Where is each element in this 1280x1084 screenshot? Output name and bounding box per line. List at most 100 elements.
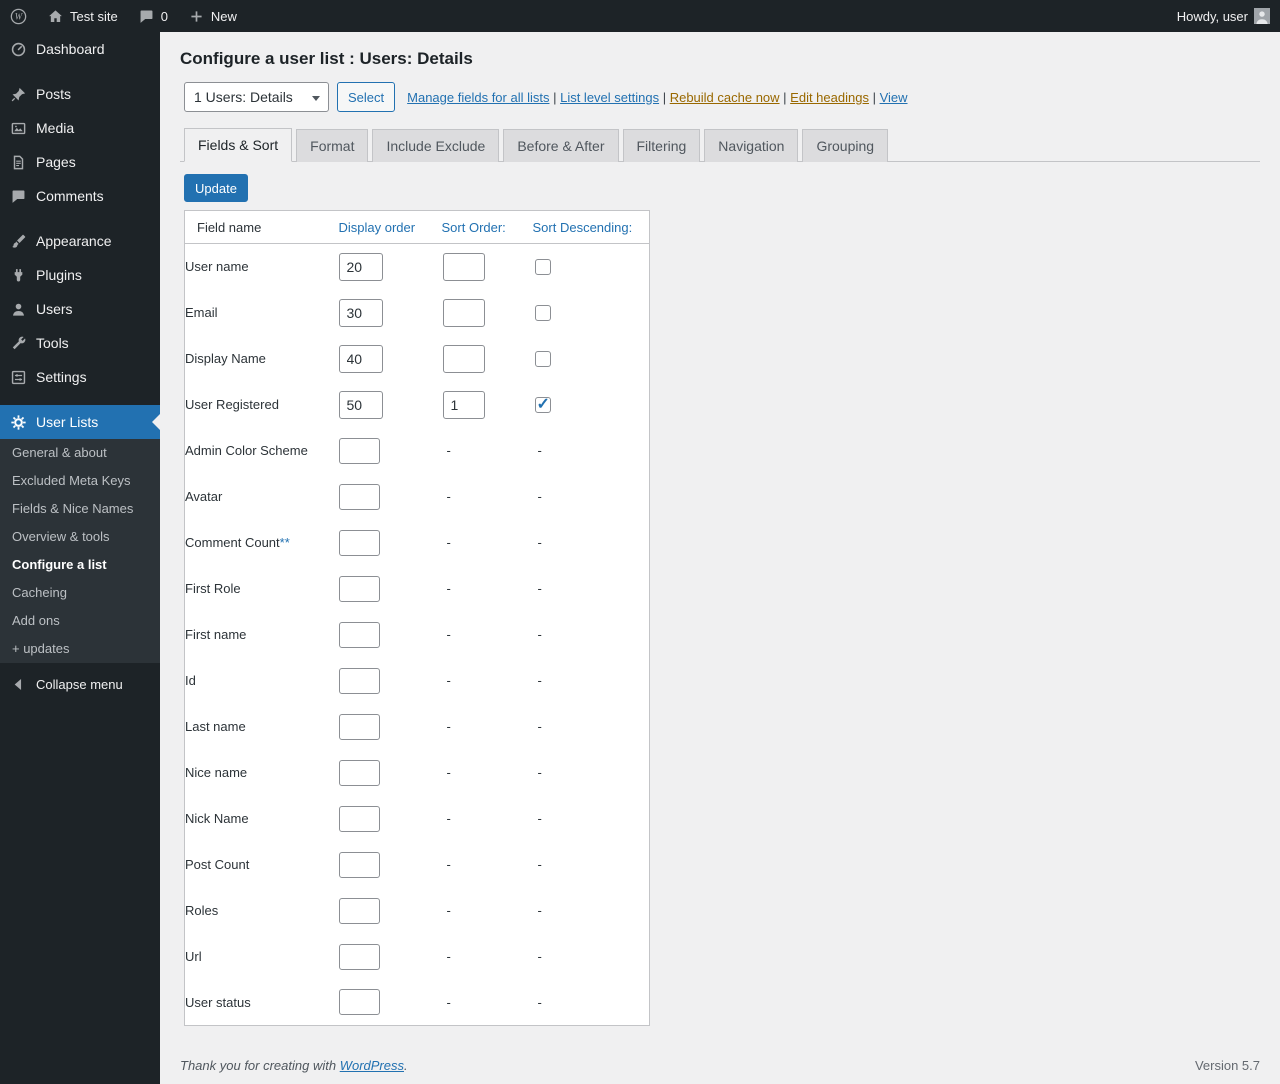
sort-descending-checkbox[interactable] <box>535 259 551 275</box>
tab-fields-sort[interactable]: Fields & Sort <box>184 128 292 162</box>
field-row-id: Id-- <box>185 658 650 704</box>
sort-descending-checkbox[interactable] <box>535 397 551 413</box>
field-name-label: Comment Count <box>185 535 280 550</box>
field-row-comment-count: Comment Count**-- <box>185 520 650 566</box>
display-order-input[interactable] <box>339 989 380 1015</box>
column-sort-descending[interactable]: Sort Descending: <box>533 211 650 244</box>
new-content-menu[interactable]: New <box>178 0 247 32</box>
display-order-input[interactable] <box>339 714 380 740</box>
column-sort-order[interactable]: Sort Order: <box>442 211 533 244</box>
sidebar-item-tools[interactable]: Tools <box>0 326 160 360</box>
submenu-item-cacheing[interactable]: Cacheing <box>0 579 160 607</box>
sidebar-item-settings[interactable]: Settings <box>0 360 160 394</box>
tab-include-exclude[interactable]: Include Exclude <box>372 129 499 162</box>
no-sort-placeholder: - <box>442 627 451 642</box>
no-sort-placeholder: - <box>442 949 451 964</box>
action-link-edit-headings[interactable]: Edit headings <box>790 90 869 105</box>
field-name-cell: Roles <box>185 888 339 934</box>
comments-menu[interactable]: 0 <box>128 0 178 32</box>
action-link-list-level-settings[interactable]: List level settings <box>560 90 659 105</box>
display-order-cell <box>339 842 442 888</box>
submenu-item-updates[interactable]: + updates <box>0 635 160 663</box>
tab-format[interactable]: Format <box>296 129 368 162</box>
home-icon <box>47 8 64 25</box>
no-sort-placeholder: - <box>442 443 451 458</box>
sidebar-item-user-lists[interactable]: User Lists <box>0 405 160 439</box>
submenu-item-general-about[interactable]: General & about <box>0 439 160 467</box>
sidebar-item-posts[interactable]: Posts <box>0 77 160 111</box>
sort-descending-cell: - <box>533 888 650 934</box>
sidebar-item-plugins[interactable]: Plugins <box>0 258 160 292</box>
sort-order-cell: - <box>442 934 533 980</box>
action-link-rebuild-cache-now[interactable]: Rebuild cache now <box>670 90 780 105</box>
submenu-item-configure-a-list[interactable]: Configure a list <box>0 551 160 579</box>
tab-filtering[interactable]: Filtering <box>623 129 701 162</box>
sidebar-item-dashboard[interactable]: Dashboard <box>0 32 160 66</box>
display-order-input[interactable] <box>339 530 380 556</box>
action-link-view[interactable]: View <box>880 90 908 105</box>
tab-navigation[interactable]: Navigation <box>704 129 798 162</box>
submenu-item-fields-nice-names[interactable]: Fields & Nice Names <box>0 495 160 523</box>
wordpress-menu[interactable]: W <box>0 0 37 32</box>
field-name-cell: Display Name <box>185 336 339 382</box>
list-select[interactable]: 1 Users: Details <box>184 82 329 112</box>
display-order-input[interactable] <box>339 806 380 832</box>
sort-order-input[interactable] <box>443 299 485 327</box>
display-order-input[interactable] <box>339 391 383 419</box>
sidebar-item-media[interactable]: Media <box>0 111 160 145</box>
submenu-item-excluded-meta-keys[interactable]: Excluded Meta Keys <box>0 467 160 495</box>
display-order-input[interactable] <box>339 253 383 281</box>
display-order-input[interactable] <box>339 852 380 878</box>
display-order-cell <box>339 980 442 1026</box>
sidebar-item-pages[interactable]: Pages <box>0 145 160 179</box>
display-order-input[interactable] <box>339 345 383 373</box>
action-link-manage-fields-for-all-lists[interactable]: Manage fields for all lists <box>407 90 549 105</box>
tab-before-after[interactable]: Before & After <box>503 129 618 162</box>
display-order-input[interactable] <box>339 576 380 602</box>
wordpress-link[interactable]: WordPress <box>340 1058 404 1073</box>
select-button[interactable]: Select <box>337 82 395 112</box>
svg-text:W: W <box>15 11 24 21</box>
display-order-input[interactable] <box>339 898 380 924</box>
display-order-input[interactable] <box>339 944 380 970</box>
sort-descending-checkbox[interactable] <box>535 351 551 367</box>
update-button[interactable]: Update <box>184 174 248 202</box>
sort-order-input[interactable] <box>443 253 485 281</box>
display-order-input[interactable] <box>339 760 380 786</box>
sidebar-item-comments[interactable]: Comments <box>0 179 160 213</box>
display-order-input[interactable] <box>339 484 380 510</box>
sort-order-input[interactable] <box>443 391 485 419</box>
sidebar-item-users[interactable]: Users <box>0 292 160 326</box>
sort-order-cell: - <box>442 842 533 888</box>
user-avatar <box>1254 8 1270 24</box>
sort-descending-checkbox[interactable] <box>535 305 551 321</box>
version-text: Version 5.7 <box>1195 1058 1260 1073</box>
submenu-item-add-ons[interactable]: Add ons <box>0 607 160 635</box>
nav-tabs: Fields & SortFormatInclude ExcludeBefore… <box>180 128 1260 162</box>
field-name-cell: First name <box>185 612 339 658</box>
column-display-order[interactable]: Display order <box>339 211 442 244</box>
fields-table: Field name Display order Sort Order: Sor… <box>184 210 650 1026</box>
site-name: Test site <box>70 9 118 24</box>
current-menu-arrow <box>152 414 160 430</box>
sort-descending-cell: - <box>533 980 650 1026</box>
display-order-input[interactable] <box>339 299 383 327</box>
collapse-menu-button[interactable]: Collapse menu <box>0 667 160 701</box>
sort-order-cell: - <box>442 566 533 612</box>
no-sort-placeholder: - <box>533 857 542 872</box>
display-order-input[interactable] <box>339 622 380 648</box>
sort-order-input[interactable] <box>443 345 485 373</box>
sidebar-item-label: Plugins <box>36 267 82 283</box>
tab-grouping[interactable]: Grouping <box>802 129 888 162</box>
site-menu[interactable]: Test site <box>37 0 128 32</box>
field-name-label: User Registered <box>185 397 279 412</box>
submenu-item-overview-tools[interactable]: Overview & tools <box>0 523 160 551</box>
sidebar-item-appearance[interactable]: Appearance <box>0 224 160 258</box>
pages-icon <box>0 154 36 171</box>
field-name-label: Admin Color Scheme <box>185 443 308 458</box>
account-menu[interactable]: Howdy, user <box>1167 0 1280 32</box>
no-sort-placeholder: - <box>533 443 542 458</box>
display-order-input[interactable] <box>339 668 380 694</box>
display-order-input[interactable] <box>339 438 380 464</box>
footer-thanks: Thank you for creating with WordPress. <box>180 1058 408 1073</box>
